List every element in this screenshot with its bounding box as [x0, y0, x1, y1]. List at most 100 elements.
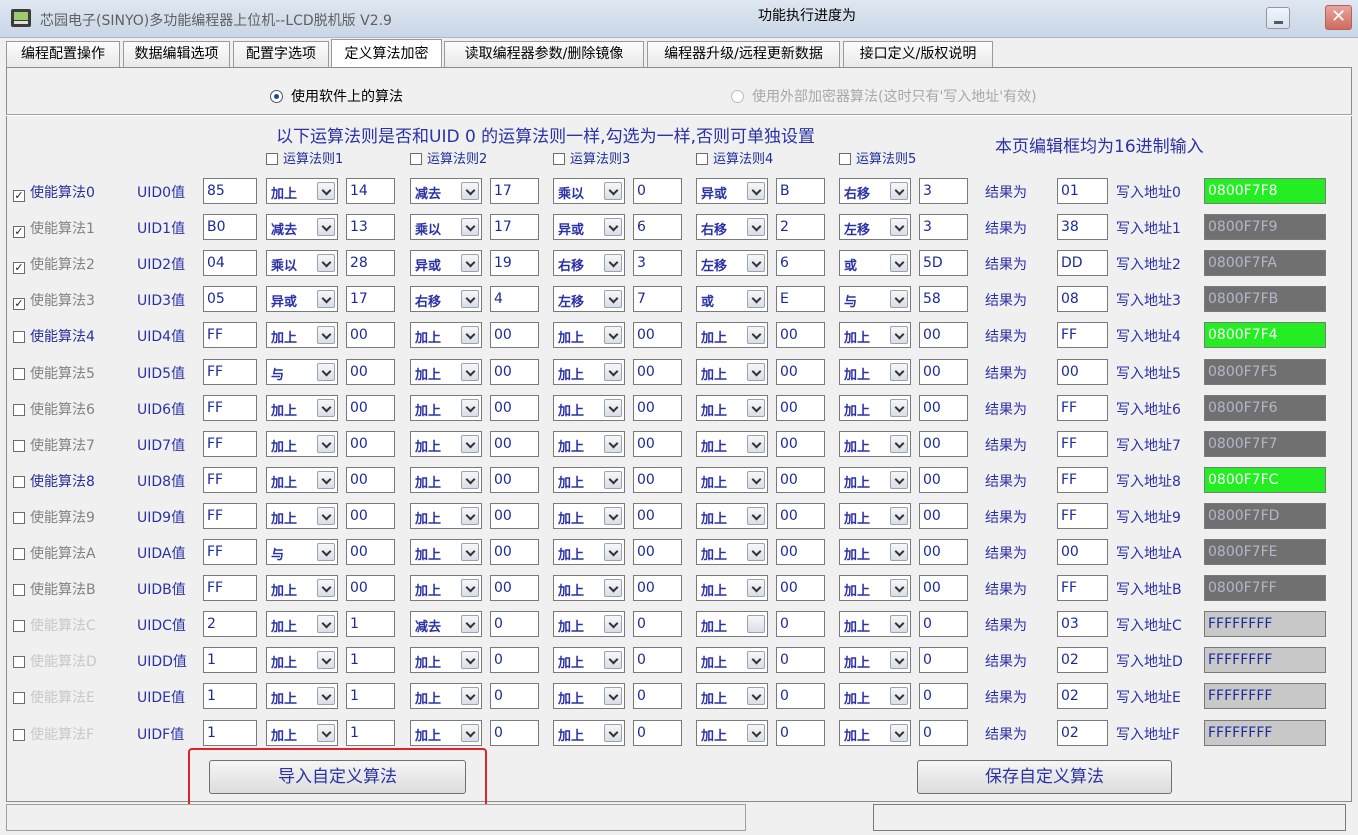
- chevron-down-icon[interactable]: [317, 363, 335, 381]
- rule-checkbox-5[interactable]: 运算法则5: [839, 148, 916, 167]
- chevron-down-icon[interactable]: [747, 579, 765, 597]
- result-input[interactable]: FF: [1057, 322, 1108, 348]
- tab-interface[interactable]: 接口定义/版权说明: [843, 41, 993, 67]
- chevron-down-icon[interactable]: [604, 651, 622, 669]
- operation-select[interactable]: 加上: [553, 720, 625, 746]
- operation-select[interactable]: 与: [839, 286, 911, 312]
- operand-input[interactable]: 14: [346, 178, 395, 204]
- uid-value-input[interactable]: FF: [203, 359, 257, 385]
- uid-value-input[interactable]: 85: [203, 178, 257, 204]
- chevron-down-icon[interactable]: [604, 615, 622, 633]
- chevron-down-icon[interactable]: [747, 254, 765, 272]
- uid-value-input[interactable]: FF: [203, 539, 257, 565]
- operation-select[interactable]: 加上: [410, 322, 482, 348]
- operation-select[interactable]: 左移: [696, 250, 768, 276]
- operand-input[interactable]: 00: [490, 359, 539, 385]
- address-input[interactable]: 0800F7FB: [1204, 286, 1326, 312]
- chevron-down-icon[interactable]: [461, 254, 479, 272]
- chevron-down-icon[interactable]: [317, 435, 335, 453]
- chevron-down-icon[interactable]: [604, 579, 622, 597]
- operation-select[interactable]: 加上: [553, 683, 625, 709]
- tab-config-word[interactable]: 配置字选项: [233, 41, 329, 67]
- chevron-down-icon[interactable]: [747, 182, 765, 200]
- chevron-down-icon[interactable]: [890, 579, 908, 597]
- operation-select[interactable]: 加上: [696, 359, 768, 385]
- operand-input[interactable]: 0: [490, 720, 539, 746]
- operation-select[interactable]: 加上: [410, 647, 482, 673]
- chevron-down-icon[interactable]: [747, 724, 765, 742]
- enable-checkbox[interactable]: 使能算法A: [13, 543, 96, 563]
- operand-input[interactable]: 00: [633, 395, 682, 421]
- operand-input[interactable]: 17: [490, 178, 539, 204]
- chevron-down-icon[interactable]: [747, 615, 765, 633]
- operand-input[interactable]: 00: [919, 431, 968, 457]
- operand-input[interactable]: 0: [633, 647, 682, 673]
- chevron-down-icon[interactable]: [890, 507, 908, 525]
- uid-value-input[interactable]: 2: [203, 611, 257, 637]
- chevron-down-icon[interactable]: [747, 363, 765, 381]
- chevron-down-icon[interactable]: [604, 290, 622, 308]
- chevron-down-icon[interactable]: [747, 290, 765, 308]
- result-input[interactable]: FF: [1057, 431, 1108, 457]
- operation-select[interactable]: 加上: [410, 683, 482, 709]
- operation-select[interactable]: 加上: [410, 539, 482, 565]
- save-algorithm-button[interactable]: 保存自定义算法: [917, 760, 1172, 794]
- operation-select[interactable]: 加上: [696, 503, 768, 529]
- chevron-down-icon[interactable]: [461, 290, 479, 308]
- tab-read-params[interactable]: 读取编程器参数/删除镜像: [444, 41, 644, 67]
- enable-checkbox[interactable]: 使能算法E: [13, 687, 95, 707]
- operation-select[interactable]: 加上: [839, 467, 911, 493]
- chevron-down-icon[interactable]: [317, 507, 335, 525]
- address-input[interactable]: 0800F7F7: [1204, 431, 1326, 457]
- operand-input[interactable]: 19: [490, 250, 539, 276]
- operand-input[interactable]: 13: [346, 214, 395, 240]
- uid-value-input[interactable]: 1: [203, 647, 257, 673]
- chevron-down-icon[interactable]: [747, 471, 765, 489]
- operation-select[interactable]: 加上: [839, 647, 911, 673]
- operation-select[interactable]: 异或: [266, 286, 338, 312]
- chevron-down-icon[interactable]: [461, 724, 479, 742]
- chevron-down-icon[interactable]: [461, 579, 479, 597]
- operation-select[interactable]: 加上: [696, 575, 768, 601]
- operand-input[interactable]: 5D: [919, 250, 968, 276]
- chevron-down-icon[interactable]: [890, 399, 908, 417]
- chevron-down-icon[interactable]: [747, 543, 765, 561]
- operation-select[interactable]: 加上: [839, 395, 911, 421]
- chevron-down-icon[interactable]: [604, 182, 622, 200]
- operation-select[interactable]: 加上: [553, 395, 625, 421]
- address-input[interactable]: FFFFFFFF: [1204, 720, 1326, 746]
- operation-select[interactable]: 加上: [696, 322, 768, 348]
- chevron-down-icon[interactable]: [604, 724, 622, 742]
- operand-input[interactable]: 00: [346, 395, 395, 421]
- operation-select[interactable]: 加上: [839, 575, 911, 601]
- result-input[interactable]: 00: [1057, 359, 1108, 385]
- operand-input[interactable]: 0: [919, 647, 968, 673]
- rule-checkbox-3[interactable]: 运算法则3: [553, 148, 630, 167]
- enable-checkbox[interactable]: ✓ 使能算法2: [13, 254, 95, 274]
- operand-input[interactable]: 00: [776, 539, 825, 565]
- operand-input[interactable]: 0: [776, 611, 825, 637]
- operand-input[interactable]: 0: [490, 611, 539, 637]
- result-input[interactable]: DD: [1057, 250, 1108, 276]
- chevron-down-icon[interactable]: [890, 363, 908, 381]
- operand-input[interactable]: 00: [633, 503, 682, 529]
- address-input[interactable]: 0800F7F5: [1204, 359, 1326, 385]
- chevron-down-icon[interactable]: [317, 290, 335, 308]
- uid-value-input[interactable]: FF: [203, 431, 257, 457]
- address-input[interactable]: 0800F7FD: [1204, 503, 1326, 529]
- operand-input[interactable]: 00: [633, 431, 682, 457]
- chevron-down-icon[interactable]: [890, 651, 908, 669]
- chevron-down-icon[interactable]: [317, 651, 335, 669]
- operand-input[interactable]: 0: [633, 611, 682, 637]
- operation-select[interactable]: 加上: [266, 575, 338, 601]
- enable-checkbox[interactable]: ✓ 使能算法0: [13, 182, 95, 202]
- chevron-down-icon[interactable]: [317, 615, 335, 633]
- operation-select[interactable]: 异或: [553, 214, 625, 240]
- address-input[interactable]: FFFFFFFF: [1204, 683, 1326, 709]
- uid-value-input[interactable]: FF: [203, 467, 257, 493]
- minimize-button[interactable]: [1266, 7, 1290, 29]
- chevron-down-icon[interactable]: [890, 471, 908, 489]
- operation-select[interactable]: 或: [696, 286, 768, 312]
- operation-select[interactable]: 加上: [410, 467, 482, 493]
- chevron-down-icon[interactable]: [317, 687, 335, 705]
